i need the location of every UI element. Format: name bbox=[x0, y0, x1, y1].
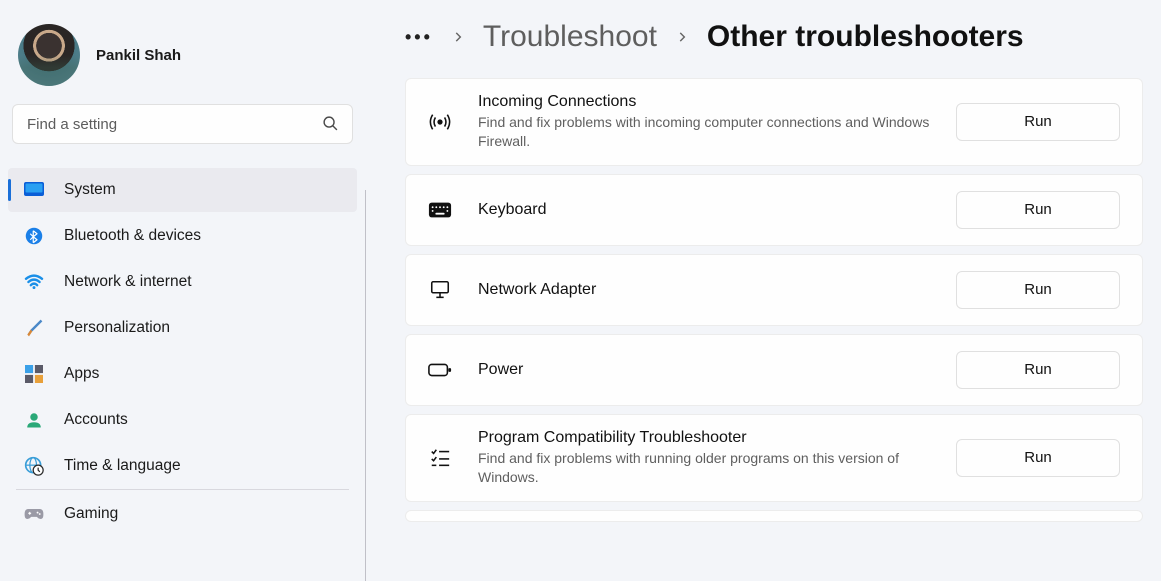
breadcrumb-more-icon[interactable]: ••• bbox=[405, 27, 433, 48]
nav: System Bluetooth & devices Network & int… bbox=[8, 158, 357, 536]
nav-accounts[interactable]: Accounts bbox=[8, 398, 357, 442]
sidebar: Pankil Shah System Bluetooth & devices N… bbox=[0, 0, 365, 581]
breadcrumb: ••• Troubleshoot Other troubleshooters bbox=[405, 20, 1143, 78]
troubleshooter-keyboard: Keyboard Run bbox=[405, 174, 1143, 246]
nav-bluetooth[interactable]: Bluetooth & devices bbox=[8, 214, 357, 258]
gamepad-icon bbox=[24, 504, 44, 524]
chevron-right-icon bbox=[451, 30, 465, 44]
keyboard-icon bbox=[428, 201, 452, 219]
nav-network[interactable]: Network & internet bbox=[8, 260, 357, 304]
user-profile[interactable]: Pankil Shah bbox=[8, 18, 357, 104]
main-panel: ••• Troubleshoot Other troubleshooters I… bbox=[365, 0, 1161, 581]
antenna-icon bbox=[428, 111, 452, 133]
chevron-right-icon bbox=[675, 30, 689, 44]
wifi-icon bbox=[24, 272, 44, 292]
search-icon bbox=[322, 115, 339, 132]
nav-personalization[interactable]: Personalization bbox=[8, 306, 357, 350]
troubleshooter-text: Keyboard bbox=[478, 201, 930, 219]
troubleshooter-text: Program Compatibility Troubleshooter Fin… bbox=[478, 429, 930, 487]
troubleshooter-title: Program Compatibility Troubleshooter bbox=[478, 429, 930, 447]
avatar bbox=[18, 24, 80, 86]
display-icon bbox=[24, 180, 44, 200]
run-button[interactable]: Run bbox=[956, 191, 1120, 229]
troubleshooter-peek bbox=[405, 510, 1143, 522]
bluetooth-icon bbox=[24, 226, 44, 246]
nav-label: Bluetooth & devices bbox=[64, 227, 201, 245]
nav-system[interactable]: System bbox=[8, 168, 357, 212]
globe-clock-icon bbox=[24, 456, 44, 476]
nav-label: Time & language bbox=[64, 457, 181, 475]
nav-label: Apps bbox=[64, 365, 99, 383]
nav-apps[interactable]: Apps bbox=[8, 352, 357, 396]
troubleshooter-power: Power Run bbox=[405, 334, 1143, 406]
search-input[interactable] bbox=[12, 104, 353, 144]
nav-label: Gaming bbox=[64, 505, 118, 523]
nav-time[interactable]: Time & language bbox=[8, 444, 357, 488]
brush-icon bbox=[24, 318, 44, 338]
run-button[interactable]: Run bbox=[956, 439, 1120, 477]
troubleshooter-title: Network Adapter bbox=[478, 281, 930, 299]
troubleshooter-text: Power bbox=[478, 361, 930, 379]
apps-icon bbox=[24, 364, 44, 384]
battery-icon bbox=[428, 362, 452, 378]
person-icon bbox=[24, 410, 44, 430]
troubleshooter-text: Incoming Connections Find and fix proble… bbox=[478, 93, 930, 151]
search-container bbox=[8, 104, 357, 158]
troubleshooter-network-adapter: Network Adapter Run bbox=[405, 254, 1143, 326]
run-button[interactable]: Run bbox=[956, 351, 1120, 389]
nav-label: Personalization bbox=[64, 319, 170, 337]
checklist-icon bbox=[428, 447, 452, 469]
nav-divider bbox=[16, 489, 349, 490]
troubleshooter-text: Network Adapter bbox=[478, 281, 930, 299]
nav-gaming[interactable]: Gaming bbox=[8, 492, 357, 536]
breadcrumb-parent[interactable]: Troubleshoot bbox=[483, 20, 657, 54]
troubleshooter-title: Power bbox=[478, 361, 930, 379]
troubleshooter-desc: Find and fix problems with incoming comp… bbox=[478, 113, 930, 151]
troubleshooter-program-compatibility: Program Compatibility Troubleshooter Fin… bbox=[405, 414, 1143, 502]
nav-label: Accounts bbox=[64, 411, 128, 429]
troubleshooter-title: Incoming Connections bbox=[478, 93, 930, 111]
troubleshooter-desc: Find and fix problems with running older… bbox=[478, 449, 930, 487]
run-button[interactable]: Run bbox=[956, 271, 1120, 309]
troubleshooter-list: Incoming Connections Find and fix proble… bbox=[405, 78, 1143, 522]
nav-label: System bbox=[64, 181, 116, 199]
user-name: Pankil Shah bbox=[96, 47, 181, 64]
troubleshooter-title: Keyboard bbox=[478, 201, 930, 219]
nav-label: Network & internet bbox=[64, 273, 192, 291]
monitor-network-icon bbox=[428, 279, 452, 301]
run-button[interactable]: Run bbox=[956, 103, 1120, 141]
troubleshooter-incoming-connections: Incoming Connections Find and fix proble… bbox=[405, 78, 1143, 166]
page-title: Other troubleshooters bbox=[707, 20, 1024, 54]
